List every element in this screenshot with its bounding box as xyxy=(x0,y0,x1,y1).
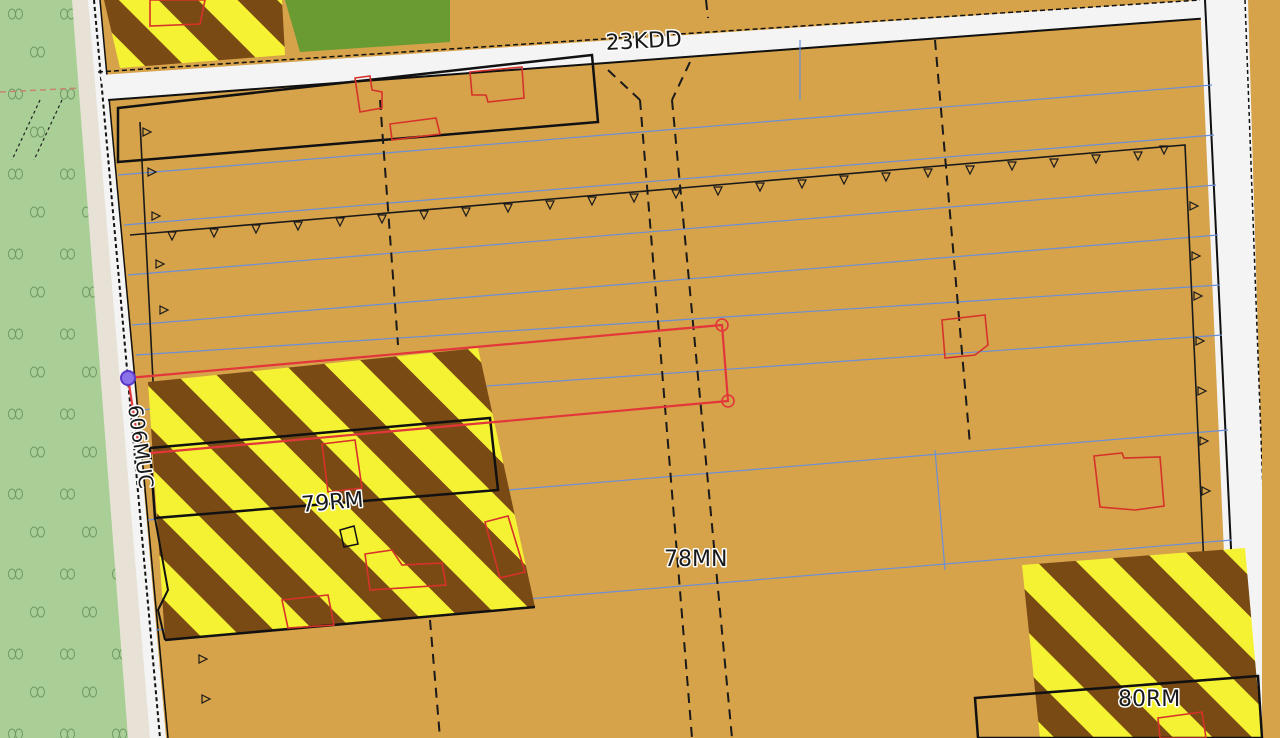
label-parcel-80rm: 80RM xyxy=(1118,687,1180,712)
vertex-handle-start-icon[interactable] xyxy=(120,370,136,386)
label-parcel-78mn: 78MN xyxy=(664,547,727,572)
label-street-23kdd: 23KDD xyxy=(605,27,683,56)
right-margin-strip xyxy=(1262,0,1280,738)
map-canvas[interactable]: 23KDD 78MN 79RM 80RM 606MUC xyxy=(0,0,1280,738)
